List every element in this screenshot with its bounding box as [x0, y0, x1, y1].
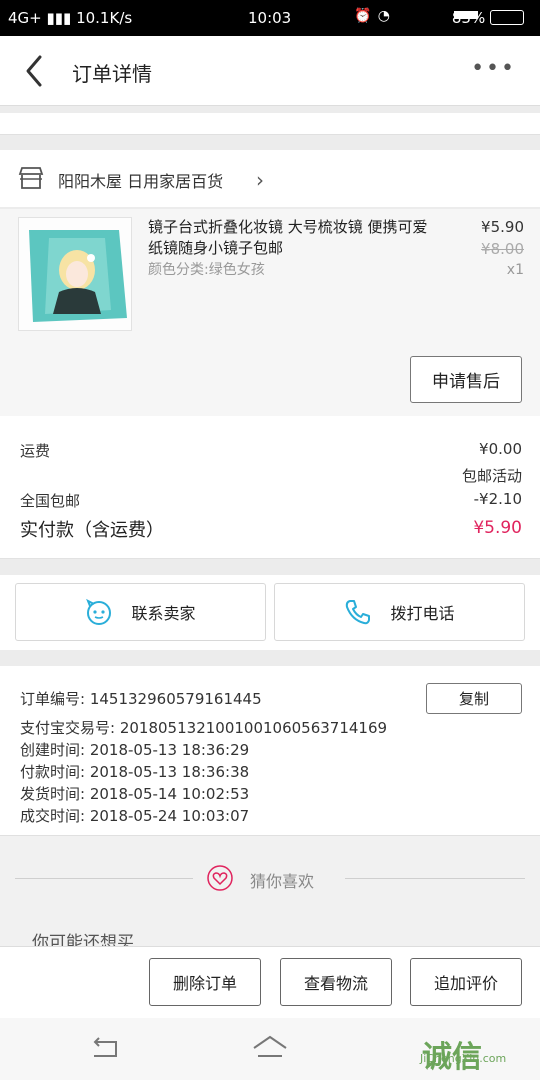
battery-icon [453, 10, 524, 25]
product-quantity: x1 [506, 262, 524, 278]
system-back-icon[interactable] [90, 1036, 120, 1060]
created-label: 创建时间: [20, 741, 86, 759]
divider-right [345, 878, 525, 879]
view-logistics-button[interactable]: 查看物流 [280, 958, 392, 1006]
recommend-section: 猜你喜欢 你可能还想买 [0, 836, 540, 953]
cost-summary: 运费 ¥0.00 包邮活动 全国包邮 -¥2.10 实付款（含运费） ¥5.90 [0, 416, 540, 559]
product-price: ¥5.90 [481, 218, 524, 236]
chevron-right-icon: › [256, 168, 264, 192]
signal-icon: ▮▮▮ [46, 9, 72, 27]
delete-order-button[interactable]: 删除订单 [149, 958, 261, 1006]
chat-face-icon [86, 598, 112, 625]
phone-icon [346, 600, 371, 625]
created-time: 2018-05-13 18:36:29 [89, 741, 250, 759]
shipped-row: 发货时间: 2018-05-14 10:02:53 [20, 783, 249, 804]
alipay-number: 2018051321001001060563714169 [119, 719, 388, 737]
contact-seller-button[interactable]: 联系卖家 [15, 583, 266, 641]
bottom-action-bar: 删除订单 查看物流 追加评价 [0, 946, 540, 1018]
product-title: 镜子台式折叠化妆镜 大号梳妆镜 便携可爱纸镜随身小镜子包邮 [148, 218, 428, 257]
product-original-price: ¥8.00 [481, 240, 524, 258]
order-info: 订单编号: 145132960579161445 复制 支付宝交易号: 2018… [0, 666, 540, 836]
shipping-value: ¥0.00 [479, 440, 522, 458]
page-title: 订单详情 [72, 62, 152, 86]
call-label: 拨打电话 [390, 604, 455, 623]
status-bar: 4G+ ▮▮▮ 10.1K/s 10:03 ⏰ ◔ 83% [0, 0, 540, 36]
order-number-label: 订单编号: [20, 690, 86, 708]
product-item[interactable]: 镜子台式折叠化妆镜 大号梳妆镜 便携可爱纸镜随身小镜子包邮 颜色分类:绿色女孩 … [0, 209, 540, 416]
system-navigation-bar: 诚信 [0, 1018, 540, 1080]
order-number-row: 订单编号: 145132960579161445 [20, 688, 262, 709]
add-review-button[interactable]: 追加评价 [410, 958, 522, 1006]
shop-icon [18, 167, 44, 189]
completed-row: 成交时间: 2018-05-24 10:03:07 [20, 805, 249, 826]
completed-time: 2018-05-24 10:03:07 [89, 807, 250, 825]
header-bar: 订单详情 ••• [0, 36, 540, 106]
shipping-label: 运费 [20, 442, 51, 460]
free-shipping-label: 全国包邮 [20, 492, 81, 510]
total-value: ¥5.90 [473, 518, 522, 538]
discount-value: -¥2.10 [473, 490, 522, 508]
promo-label: 包邮活动 [461, 467, 522, 485]
heart-icon [207, 865, 233, 891]
system-home-icon[interactable] [252, 1034, 288, 1060]
alarm-icon: ⏰ [354, 8, 372, 24]
alipay-row: 支付宝交易号: 2018051321001001060563714169 [20, 717, 387, 738]
contact-seller-label: 联系卖家 [131, 604, 196, 623]
scrolled-section-remnant [0, 113, 540, 135]
product-image [19, 218, 131, 330]
after-sales-button[interactable]: 申请售后 [410, 356, 522, 403]
network-indicator: 4G+ ▮▮▮ 10.1K/s [8, 9, 132, 27]
more-menu-button[interactable]: ••• [471, 56, 516, 81]
back-button[interactable] [20, 51, 50, 91]
order-number: 145132960579161445 [89, 690, 262, 708]
network-type: 4G+ [8, 9, 42, 27]
shop-name: 阳阳木屋 日用家居百货 [58, 172, 224, 191]
total-label: 实付款（含运费） [20, 520, 164, 541]
shop-row[interactable]: 阳阳木屋 日用家居百货 › [0, 150, 540, 208]
paid-row: 付款时间: 2018-05-13 18:36:38 [20, 761, 249, 782]
product-thumbnail[interactable] [18, 217, 132, 331]
paid-time: 2018-05-13 18:36:38 [89, 763, 250, 781]
shipped-label: 发货时间: [20, 785, 86, 803]
battery-indicator: 83% [452, 9, 524, 27]
product-variant: 颜色分类:绿色女孩 [148, 262, 265, 278]
wifi-icon: ◔ [377, 8, 390, 24]
paid-label: 付款时间: [20, 763, 86, 781]
recommend-title: 猜你喜欢 [250, 872, 315, 891]
contact-section: 联系卖家 拨打电话 [0, 575, 540, 650]
clock: 10:03 [248, 9, 292, 27]
call-button[interactable]: 拨打电话 [274, 583, 525, 641]
alipay-label: 支付宝交易号: [20, 719, 116, 737]
created-row: 创建时间: 2018-05-13 18:36:29 [20, 739, 249, 760]
net-speed: 10.1K/s [76, 9, 133, 27]
completed-label: 成交时间: [20, 807, 86, 825]
divider-left [15, 878, 193, 879]
copy-button[interactable]: 复制 [426, 683, 522, 714]
back-arrow-icon [26, 55, 42, 87]
watermark-site: JiChengXin.com [420, 1052, 507, 1065]
shipped-time: 2018-05-14 10:02:53 [89, 785, 250, 803]
status-icons: ⏰ ◔ [354, 8, 390, 24]
